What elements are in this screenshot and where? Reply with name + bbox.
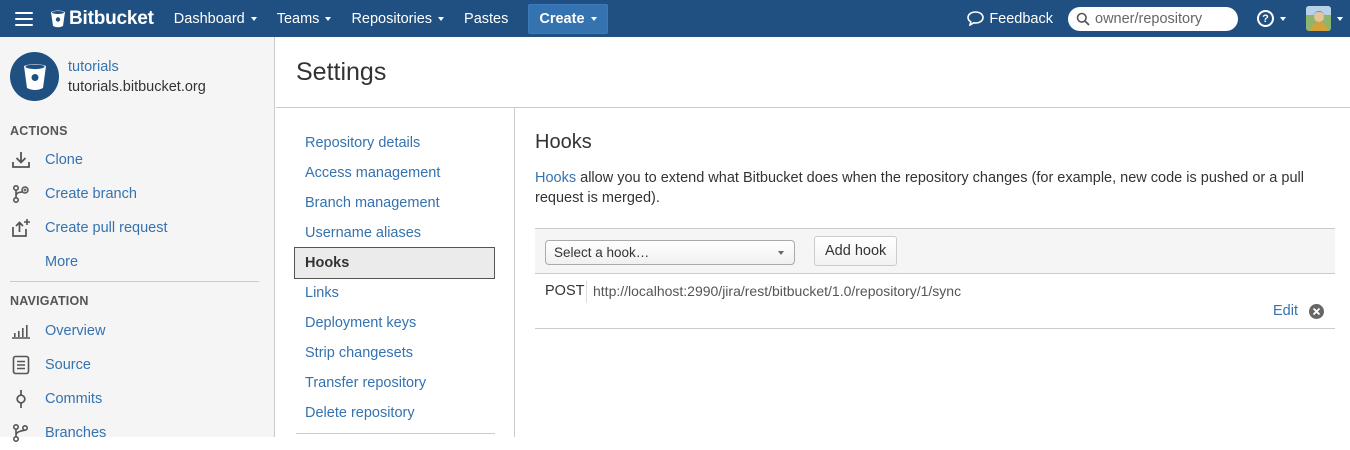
nav-dashboard[interactable]: Dashboard bbox=[174, 11, 257, 27]
settings-nav-links[interactable]: Links bbox=[294, 278, 495, 308]
nav-pastes[interactable]: Pastes bbox=[464, 11, 508, 27]
repository-avatar[interactable] bbox=[10, 52, 59, 101]
settings-nav-delete-repository[interactable]: Delete repository bbox=[294, 398, 495, 428]
document-icon bbox=[10, 354, 32, 376]
settings-navigation: Repository details Access management Bra… bbox=[276, 108, 515, 437]
settings-nav-branch-management[interactable]: Branch management bbox=[294, 188, 495, 218]
add-hook-button[interactable]: Add hook bbox=[814, 236, 898, 266]
branch-icon bbox=[10, 422, 32, 444]
nav-repositories[interactable]: Repositories bbox=[351, 10, 445, 27]
page-title: Settings bbox=[296, 58, 387, 86]
commit-icon bbox=[10, 388, 32, 410]
sidebar-item-source[interactable]: Source bbox=[0, 348, 274, 382]
sidebar-item-create-pull-request[interactable]: Create pull request bbox=[0, 211, 274, 245]
edit-hook-link[interactable]: Edit bbox=[1273, 303, 1298, 319]
download-icon bbox=[10, 149, 32, 171]
settings-nav-divider bbox=[296, 433, 495, 434]
hook-row: POST http://localhost:2990/jira/rest/bit… bbox=[535, 274, 1335, 329]
sidebar-item-label: More bbox=[45, 254, 79, 270]
navigation-list: Overview Source Commits Branches bbox=[0, 314, 274, 450]
avatar bbox=[1306, 6, 1331, 31]
nav-teams[interactable]: Teams bbox=[277, 11, 332, 27]
create-button[interactable]: Create bbox=[528, 3, 608, 34]
top-navigation-bar: Bitbucket Dashboard Teams Repositories P… bbox=[0, 0, 1350, 37]
add-hook-toolbar: Select a hook… Add hook bbox=[535, 228, 1335, 274]
sidebar-item-label: Overview bbox=[45, 323, 106, 339]
help-menu[interactable]: ? bbox=[1257, 10, 1286, 27]
actions-list: Clone Create branch Create pull request … bbox=[0, 143, 274, 279]
sidebar-item-label: Create branch bbox=[45, 186, 137, 202]
sidebar-item-overview[interactable]: Overview bbox=[0, 314, 274, 348]
repository-name: tutorials.bitbucket.org bbox=[68, 78, 206, 95]
nav-repositories-label: Repositories bbox=[351, 10, 433, 27]
sidebar-item-label: Create pull request bbox=[45, 220, 168, 236]
brand-name: Bitbucket bbox=[69, 7, 154, 29]
remove-hook-icon[interactable] bbox=[1309, 304, 1324, 319]
search-icon bbox=[1076, 12, 1090, 26]
bitbucket-bucket-icon bbox=[51, 10, 65, 27]
hooks-description: Hooks allow you to extend what Bitbucket… bbox=[535, 168, 1335, 208]
search-box[interactable] bbox=[1068, 6, 1238, 31]
hooks-panel: Hooks Hooks allow you to extend what Bit… bbox=[515, 108, 1350, 437]
sidebar-divider bbox=[10, 281, 259, 282]
hooks-help-link[interactable]: Hooks bbox=[535, 170, 576, 186]
user-menu[interactable] bbox=[1306, 6, 1343, 31]
bitbucket-logo[interactable]: Bitbucket bbox=[50, 8, 154, 30]
sidebar-item-label: Branches bbox=[45, 425, 107, 441]
hook-separator bbox=[586, 281, 587, 303]
hook-method: POST bbox=[545, 283, 585, 299]
sidebar-item-commits[interactable]: Commits bbox=[0, 382, 274, 416]
settings-nav-repository-details[interactable]: Repository details bbox=[294, 128, 495, 158]
chevron-down-icon bbox=[590, 17, 597, 21]
sidebar-item-label: Source bbox=[45, 357, 91, 373]
settings-nav-hooks[interactable]: Hooks bbox=[294, 247, 495, 279]
repository-sidebar: tutorials tutorials.bitbucket.org ACTION… bbox=[0, 37, 275, 443]
sidebar-item-label: Clone bbox=[45, 152, 83, 168]
hook-type-select[interactable]: Select a hook… bbox=[545, 240, 795, 265]
actions-heading: ACTIONS bbox=[10, 124, 68, 138]
feedback-label: Feedback bbox=[989, 10, 1053, 27]
hook-url: http://localhost:2990/jira/rest/bitbucke… bbox=[593, 283, 962, 299]
bitbucket-bucket-icon bbox=[23, 63, 46, 90]
chevron-down-icon bbox=[250, 17, 257, 21]
hooks-heading: Hooks bbox=[535, 131, 592, 153]
nav-teams-label: Teams bbox=[276, 10, 320, 27]
repository-header: tutorials tutorials.bitbucket.org bbox=[0, 37, 274, 101]
settings-nav-transfer-repository[interactable]: Transfer repository bbox=[294, 368, 495, 398]
speech-bubble-icon bbox=[967, 11, 985, 26]
chevron-down-icon bbox=[1280, 17, 1286, 21]
hook-type-select-value: Select a hook… bbox=[554, 245, 650, 260]
sidebar-item-branches[interactable]: Branches bbox=[0, 416, 274, 450]
chevron-down-icon bbox=[325, 17, 332, 21]
sidebar-item-label: Commits bbox=[45, 391, 103, 407]
settings-nav-username-aliases[interactable]: Username aliases bbox=[294, 218, 495, 248]
branch-icon bbox=[10, 183, 32, 205]
nav-pastes-label: Pastes bbox=[464, 10, 509, 27]
sidebar-item-create-branch[interactable]: Create branch bbox=[0, 177, 274, 211]
search-input[interactable] bbox=[1095, 10, 1235, 27]
menu-icon[interactable] bbox=[15, 11, 33, 26]
settings-nav-deployment-keys[interactable]: Deployment keys bbox=[294, 308, 495, 338]
chevron-down-icon bbox=[1337, 17, 1343, 21]
settings-nav-strip-changesets[interactable]: Strip changesets bbox=[294, 338, 495, 368]
repository-owner-link[interactable]: tutorials bbox=[68, 57, 206, 77]
hooks-description-text: allow you to extend what Bitbucket does … bbox=[535, 170, 1304, 206]
chevron-down-icon bbox=[778, 251, 784, 255]
sidebar-item-clone[interactable]: Clone bbox=[0, 143, 274, 177]
create-button-label: Create bbox=[539, 10, 585, 27]
repository-info: tutorials tutorials.bitbucket.org bbox=[68, 57, 206, 97]
settings-nav-access-management[interactable]: Access management bbox=[294, 158, 495, 188]
feedback-link[interactable]: Feedback bbox=[967, 11, 1053, 27]
nav-dashboard-label: Dashboard bbox=[173, 10, 245, 27]
chevron-down-icon bbox=[438, 17, 445, 21]
sidebar-item-more[interactable]: More bbox=[0, 245, 274, 279]
page-header: Settings bbox=[276, 37, 1350, 108]
question-circle-icon: ? bbox=[1257, 10, 1274, 27]
sidebar-spacer bbox=[10, 251, 32, 273]
topbar-right-group: Feedback ? bbox=[967, 6, 1350, 31]
navigation-heading: NAVIGATION bbox=[10, 294, 89, 308]
bar-chart-icon bbox=[10, 320, 32, 342]
pull-request-icon bbox=[10, 217, 32, 239]
